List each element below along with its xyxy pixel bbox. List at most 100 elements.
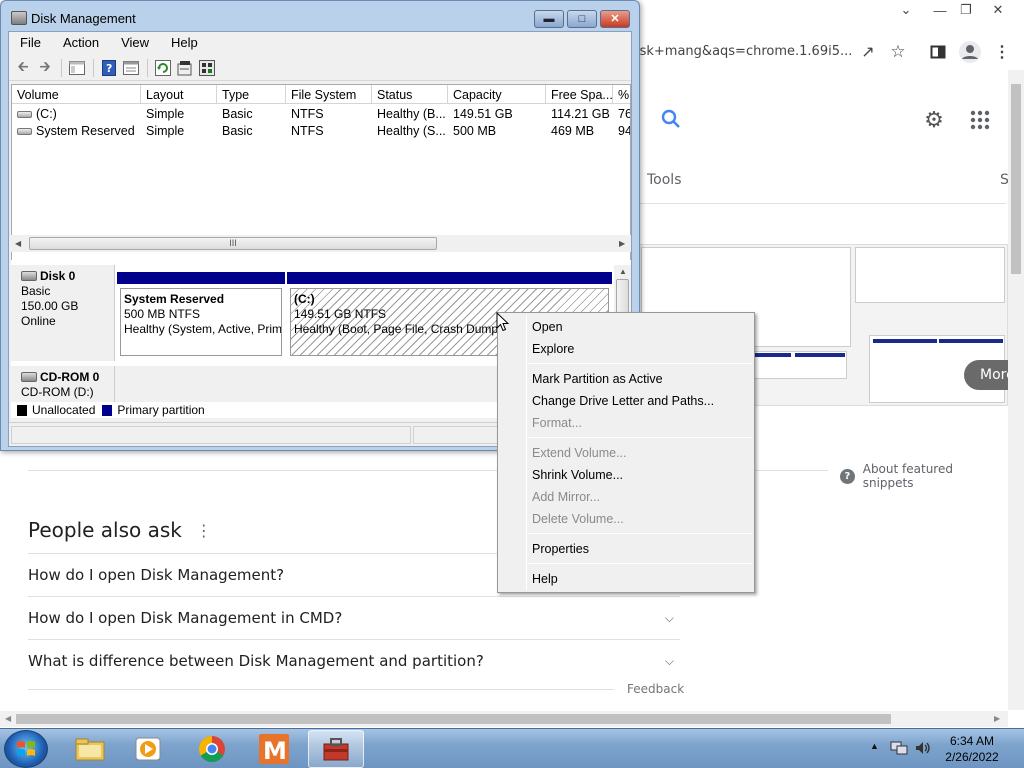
results-divider bbox=[636, 203, 1006, 204]
taskbar-file-explorer[interactable] bbox=[62, 730, 118, 768]
disk0-label[interactable]: Disk 0 Basic 150.00 GB Online bbox=[11, 265, 115, 361]
free-space-cell: 469 MB bbox=[551, 124, 595, 138]
drive-icon bbox=[17, 128, 32, 136]
titlebar[interactable]: Disk Management ▬ □ ✕ bbox=[1, 1, 639, 31]
maximize-button[interactable]: □ bbox=[567, 10, 597, 28]
windows-logo-icon bbox=[17, 741, 35, 756]
toolbox-icon bbox=[323, 738, 349, 761]
column-header-capacity[interactable]: Capacity bbox=[448, 85, 546, 104]
scroll-thumb[interactable] bbox=[616, 279, 629, 315]
menu-item-format[interactable]: Format... bbox=[532, 413, 582, 433]
partition-name: (C:) bbox=[294, 292, 315, 306]
vertical-scrollbar[interactable] bbox=[1008, 70, 1024, 710]
column-header-volume[interactable]: Volume bbox=[12, 85, 141, 104]
column-header-file-system[interactable]: File System bbox=[286, 85, 372, 104]
menu-view[interactable]: View bbox=[110, 32, 160, 53]
back-arrow-icon[interactable]: 🡰 bbox=[13, 58, 33, 78]
scroll-left-arrow-icon[interactable]: ◀ bbox=[5, 714, 11, 723]
feedback-link[interactable]: Feedback bbox=[627, 682, 684, 696]
volume-name: System Reserved bbox=[36, 124, 135, 138]
show-hide-console-tree-icon[interactable] bbox=[67, 58, 87, 78]
paa-question-text: How do I open Disk Management? bbox=[28, 566, 285, 584]
people-also-ask-label: People also ask bbox=[28, 518, 182, 542]
search-icon[interactable] bbox=[656, 104, 686, 134]
start-button[interactable] bbox=[4, 730, 48, 768]
status-cell: Healthy (B... bbox=[377, 107, 446, 121]
tab-search-chevron-icon[interactable]: ⌄ bbox=[896, 0, 916, 20]
cdrom-name: CD-ROM 0 bbox=[40, 370, 100, 384]
show-hidden-icons-icon[interactable]: ▲ bbox=[870, 741, 879, 751]
menu-separator bbox=[528, 363, 752, 364]
menu-item-change-drive-letter[interactable]: Change Drive Letter and Paths... bbox=[532, 391, 714, 411]
free-space-cell: 114.21 GB bbox=[551, 107, 610, 121]
profile-avatar-icon[interactable] bbox=[956, 38, 984, 66]
more-options-icon[interactable]: ⋮ bbox=[196, 521, 212, 540]
minimize-button[interactable]: ▬ bbox=[534, 10, 564, 28]
toolbar-separator bbox=[93, 59, 94, 77]
menu-item-help[interactable]: Help bbox=[532, 569, 558, 589]
column-header-percent-free[interactable]: % F bbox=[613, 85, 630, 104]
menu-item-mark-active[interactable]: Mark Partition as Active bbox=[532, 369, 663, 389]
chrome-menu-icon[interactable]: ⋮ bbox=[994, 40, 1010, 64]
scroll-thumb[interactable] bbox=[1011, 84, 1021, 274]
partition-system-reserved[interactable]: System Reserved 500 MB NTFS Healthy (Sys… bbox=[117, 272, 285, 358]
menu-action[interactable]: Action bbox=[52, 32, 110, 53]
taskbar-media-player[interactable] bbox=[120, 730, 176, 768]
refresh-icon[interactable] bbox=[153, 58, 173, 78]
window-title: Disk Management bbox=[31, 11, 136, 26]
taskbar-m-app[interactable]: M bbox=[246, 730, 302, 768]
properties-pane-icon[interactable] bbox=[121, 58, 141, 78]
scroll-thumb[interactable] bbox=[16, 714, 891, 724]
about-snippets-label: About featured snippets bbox=[862, 462, 953, 490]
chrome-restore-button[interactable]: ❐ bbox=[954, 0, 978, 20]
about-featured-snippets[interactable]: ? About featured snippets • bbox=[840, 462, 1024, 490]
layout-cell: Simple bbox=[146, 124, 185, 138]
disk-name: Disk 0 bbox=[40, 269, 76, 283]
forward-arrow-icon[interactable]: 🡲 bbox=[35, 58, 55, 78]
menu-help[interactable]: Help bbox=[160, 32, 209, 53]
taskbar-disk-management[interactable] bbox=[308, 730, 364, 768]
settings-gear-icon[interactable]: ⚙ bbox=[920, 106, 948, 134]
scroll-up-arrow-icon[interactable]: ▲ bbox=[619, 267, 627, 276]
clock[interactable]: 6:34 AM 2/26/2022 bbox=[930, 733, 1014, 765]
column-header-layout[interactable]: Layout bbox=[141, 85, 217, 104]
menu-item-explore[interactable]: Explore bbox=[532, 339, 574, 359]
menu-item-properties[interactable]: Properties bbox=[532, 539, 589, 559]
horizontal-scrollbar[interactable]: ◀ ▶ bbox=[0, 711, 1008, 727]
column-header-type[interactable]: Type bbox=[217, 85, 286, 104]
taskbar-chrome[interactable] bbox=[184, 730, 240, 768]
help-book-icon[interactable]: ? bbox=[99, 58, 119, 78]
disk-properties-icon[interactable] bbox=[197, 58, 217, 78]
paa-question[interactable]: How do I open Disk Management in CMD? ⌵ bbox=[28, 596, 680, 639]
column-header-status[interactable]: Status bbox=[372, 85, 448, 104]
volume-list-hscroll[interactable]: ◀ III ▶ bbox=[11, 235, 631, 252]
google-apps-icon[interactable] bbox=[966, 106, 994, 134]
menu-item-delete-volume[interactable]: Delete Volume... bbox=[532, 509, 624, 529]
side-panel-icon[interactable] bbox=[926, 40, 950, 64]
primary-partition-bar bbox=[117, 272, 285, 284]
menu-item-open[interactable]: Open bbox=[532, 317, 563, 337]
close-button[interactable]: ✕ bbox=[600, 10, 630, 28]
chrome-close-button[interactable]: ✕ bbox=[986, 0, 1010, 20]
tools-tab[interactable]: Tools bbox=[647, 172, 682, 188]
menu-item-extend-volume[interactable]: Extend Volume... bbox=[532, 443, 627, 463]
capacity-cell: 149.51 GB bbox=[453, 107, 513, 121]
scroll-thumb[interactable]: III bbox=[29, 237, 437, 250]
clock-time: 6:34 AM bbox=[949, 734, 995, 748]
menu-item-add-mirror[interactable]: Add Mirror... bbox=[532, 487, 600, 507]
chrome-minimize-button[interactable]: — bbox=[928, 0, 952, 20]
paa-question[interactable]: What is difference between Disk Manageme… bbox=[28, 639, 680, 682]
network-icon[interactable] bbox=[890, 740, 908, 756]
menu-item-shrink-volume[interactable]: Shrink Volume... bbox=[532, 465, 623, 485]
column-header-free-space[interactable]: Free Spa... bbox=[546, 85, 613, 104]
scroll-right-arrow-icon[interactable]: ▶ bbox=[994, 714, 1000, 723]
mouse-cursor-icon bbox=[496, 312, 510, 332]
help-question-icon: ? bbox=[840, 468, 855, 484]
scroll-left-arrow-icon[interactable]: ◀ bbox=[15, 239, 21, 248]
rescan-disks-icon[interactable] bbox=[175, 58, 195, 78]
menu-file[interactable]: File bbox=[9, 32, 52, 53]
scroll-right-arrow-icon[interactable]: ▶ bbox=[619, 239, 625, 248]
share-icon[interactable]: ↗ bbox=[856, 40, 880, 64]
bookmark-star-icon[interactable]: ☆ bbox=[886, 40, 910, 64]
paa-question-text: What is difference between Disk Manageme… bbox=[28, 652, 484, 670]
